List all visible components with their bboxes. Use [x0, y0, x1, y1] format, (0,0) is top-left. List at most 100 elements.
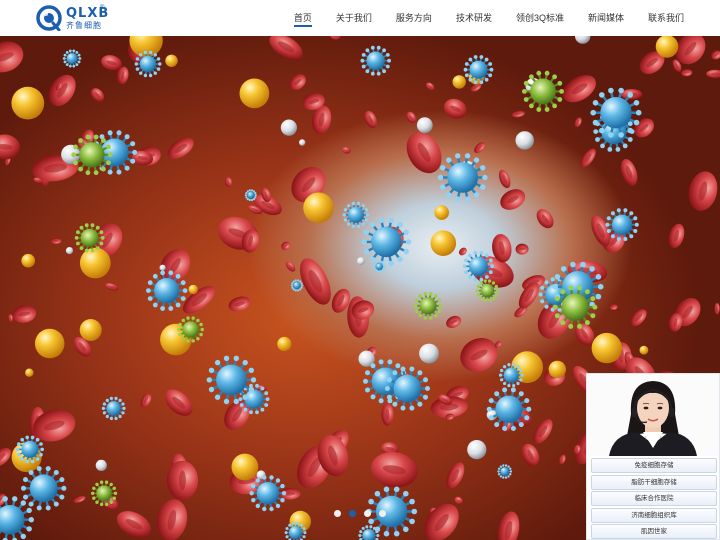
blue-virus-cell: [468, 256, 488, 276]
red-blood-cell: [497, 511, 520, 540]
red-blood-cell: [224, 177, 233, 188]
red-blood-cell: [706, 69, 720, 79]
white-particle: [416, 117, 433, 134]
white-particle: [299, 139, 306, 146]
blue-virus-cell: [347, 206, 364, 223]
yellow-particle: [430, 230, 457, 256]
service-links: 免疫细胞存储 脂肪干细胞存储 临床合作医院 济南细胞组织库 肌因世家: [591, 458, 717, 540]
red-blood-cell: [364, 110, 377, 128]
yellow-particle: [34, 328, 65, 359]
white-particle: [95, 459, 107, 471]
red-blood-cell: [498, 169, 511, 189]
slider-dot[interactable]: [379, 510, 386, 517]
green-virus-cell: [480, 283, 495, 298]
red-blood-cell: [711, 50, 720, 60]
blue-virus-cell: [106, 401, 121, 416]
service-link-jinan-tissue-bank[interactable]: 济南细胞组织库: [591, 507, 717, 523]
red-blood-cell: [425, 82, 435, 91]
blue-virus-cell: [293, 282, 301, 289]
red-blood-cell: [116, 511, 152, 538]
blue-virus-cell: [29, 474, 58, 503]
logo[interactable]: QLXB 齐鲁细胞 ®: [36, 4, 116, 32]
red-blood-cell: [609, 304, 618, 310]
nav-item-about[interactable]: 关于我们: [336, 0, 372, 36]
green-virus-cell: [561, 293, 589, 321]
blue-virus-cell: [154, 278, 180, 304]
slider-dot[interactable]: [364, 510, 371, 517]
white-particle: [280, 119, 297, 136]
red-blood-cell: [444, 98, 467, 119]
red-blood-cell: [7, 314, 13, 323]
green-virus-cell: [80, 228, 99, 247]
red-blood-cell: [91, 88, 104, 102]
nav-item-research[interactable]: 技术研发: [456, 0, 492, 36]
red-blood-cell: [156, 499, 188, 540]
yellow-particle: [188, 284, 198, 295]
red-blood-cell: [688, 171, 718, 211]
white-particle: [419, 343, 439, 364]
red-blood-cell: [0, 41, 24, 73]
nav-item-home[interactable]: 首页: [293, 0, 312, 36]
blue-virus-cell: [247, 191, 255, 199]
blue-virus-cell: [393, 374, 422, 403]
blue-virus-cell: [469, 60, 488, 79]
green-virus-cell: [419, 297, 437, 315]
red-blood-cell: [0, 134, 20, 160]
blue-virus-cell: [495, 395, 523, 423]
red-blood-cell: [48, 74, 76, 107]
service-link-jiyin-shijia[interactable]: 肌因世家: [591, 524, 717, 539]
slider-dots: [334, 510, 394, 517]
red-blood-cell: [281, 241, 291, 251]
service-link-adipose-stem-cell-storage[interactable]: 脂肪干细胞存储: [591, 474, 717, 490]
customer-service-agent-image: [587, 374, 719, 456]
red-blood-cell: [474, 142, 486, 154]
slider-dot-active[interactable]: [349, 510, 356, 517]
slider-dot[interactable]: [334, 510, 341, 517]
yellow-particle: [11, 86, 45, 120]
service-link-partner-hospitals[interactable]: 临床合作医院: [591, 491, 717, 506]
yellow-particle: [239, 78, 270, 109]
red-blood-cell: [458, 247, 467, 256]
site-header: QLXB 齐鲁细胞 ® 首页 关于我们 服务方向 技术研发 领创3Q标准 新闻媒…: [0, 0, 720, 36]
yellow-particle: [591, 332, 622, 364]
red-blood-cell: [580, 148, 596, 168]
red-blood-cell: [668, 223, 685, 248]
red-blood-cell: [12, 305, 37, 323]
logo-icon: [36, 5, 62, 32]
blue-virus-cell: [139, 55, 157, 73]
nav-item-services[interactable]: 服务方向: [396, 0, 432, 36]
yellow-particle: [548, 360, 566, 379]
blue-virus-cell: [375, 263, 383, 270]
red-blood-cell: [269, 36, 303, 60]
online-service-panel: 免疫细胞存储 脂肪干细胞存储 临床合作医院 济南细胞组织库 肌因世家: [586, 373, 720, 540]
yellow-particle: [277, 336, 292, 352]
red-blood-cell: [500, 189, 526, 210]
red-blood-cell: [630, 309, 647, 326]
white-particle: [65, 247, 74, 255]
service-link-immune-cell-storage[interactable]: 免疫细胞存储: [591, 458, 717, 473]
green-virus-cell: [182, 321, 199, 338]
green-virus-cell: [79, 142, 105, 168]
red-blood-cell: [140, 393, 152, 408]
red-blood-cell: [330, 36, 341, 40]
blue-virus-cell: [289, 526, 302, 540]
yellow-particle: [79, 247, 111, 279]
nav-item-contact[interactable]: 联系我们: [648, 0, 684, 36]
white-particle: [467, 440, 487, 460]
white-particle: [515, 131, 534, 150]
logo-text-cn: 齐鲁细胞: [66, 20, 102, 30]
yellow-particle: [434, 205, 450, 220]
nav-item-3q-standard[interactable]: 领创3Q标准: [516, 0, 564, 36]
blue-virus-cell: [366, 51, 385, 70]
red-blood-cell: [341, 146, 351, 154]
blue-virus-cell: [447, 162, 479, 193]
red-blood-cell: [166, 460, 198, 500]
red-blood-cell: [460, 337, 498, 372]
red-blood-cell: [446, 462, 465, 489]
nav-item-news[interactable]: 新闻媒体: [588, 0, 624, 36]
registered-mark: ®: [100, 5, 105, 11]
red-blood-cell: [454, 496, 463, 505]
red-blood-cell: [164, 389, 193, 416]
green-virus-cell: [96, 485, 112, 502]
blue-virus-cell: [503, 367, 519, 383]
